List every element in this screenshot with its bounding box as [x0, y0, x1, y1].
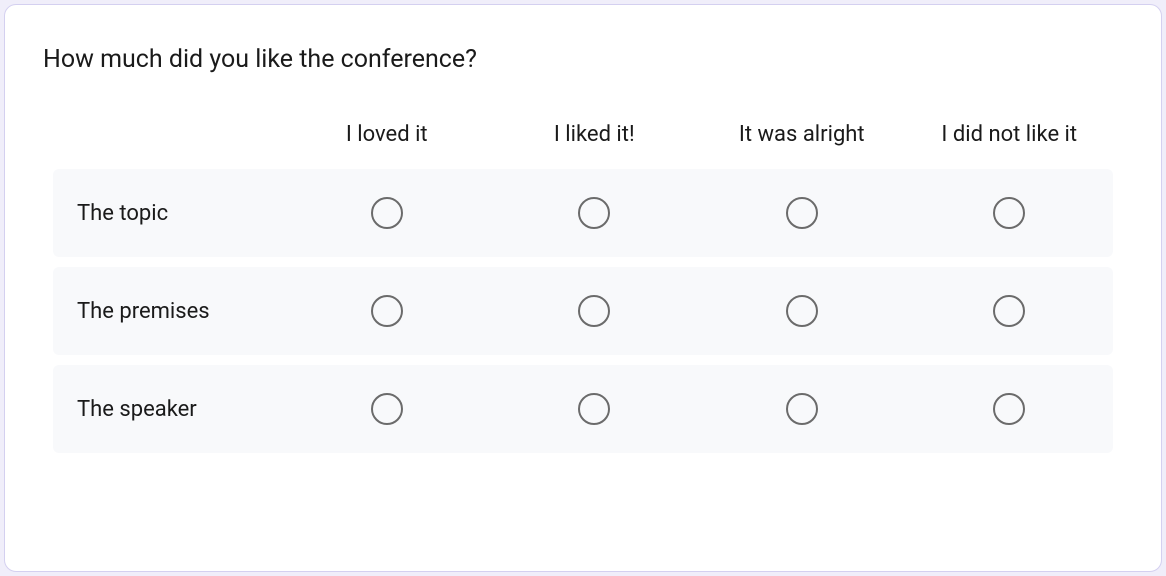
- radio-cell: [491, 197, 699, 229]
- grid-header-row: I loved it I liked it! It was alright I …: [53, 122, 1113, 147]
- radio-cell: [698, 197, 906, 229]
- radio-speaker-notlike[interactable]: [993, 393, 1025, 425]
- radio-cell: [906, 393, 1114, 425]
- radio-topic-loved[interactable]: [371, 197, 403, 229]
- radio-cell: [283, 393, 491, 425]
- column-header-notlike: I did not like it: [906, 122, 1114, 147]
- radio-cell: [491, 295, 699, 327]
- question-title: How much did you like the conference?: [43, 45, 1113, 74]
- grid-row-speaker: The speaker: [53, 365, 1113, 453]
- radio-topic-notlike[interactable]: [993, 197, 1025, 229]
- radio-cell: [906, 197, 1114, 229]
- radio-speaker-liked[interactable]: [578, 393, 610, 425]
- grid-row-premises: The premises: [53, 267, 1113, 355]
- radio-cell: [698, 393, 906, 425]
- radio-cell: [283, 197, 491, 229]
- radio-premises-alright[interactable]: [786, 295, 818, 327]
- radio-cell: [491, 393, 699, 425]
- radio-cell: [283, 295, 491, 327]
- row-label-topic: The topic: [53, 201, 283, 226]
- column-header-loved: I loved it: [283, 122, 491, 147]
- radio-topic-liked[interactable]: [578, 197, 610, 229]
- radio-topic-alright[interactable]: [786, 197, 818, 229]
- radio-cell: [698, 295, 906, 327]
- radio-cell: [906, 295, 1114, 327]
- radio-premises-notlike[interactable]: [993, 295, 1025, 327]
- column-header-liked: I liked it!: [491, 122, 699, 147]
- radio-speaker-alright[interactable]: [786, 393, 818, 425]
- question-card: How much did you like the conference? I …: [4, 4, 1162, 572]
- row-label-premises: The premises: [53, 299, 283, 324]
- row-label-speaker: The speaker: [53, 397, 283, 422]
- radio-speaker-loved[interactable]: [371, 393, 403, 425]
- column-header-alright: It was alright: [698, 122, 906, 147]
- radio-premises-liked[interactable]: [578, 295, 610, 327]
- rating-grid: I loved it I liked it! It was alright I …: [53, 122, 1113, 453]
- grid-row-topic: The topic: [53, 169, 1113, 257]
- radio-premises-loved[interactable]: [371, 295, 403, 327]
